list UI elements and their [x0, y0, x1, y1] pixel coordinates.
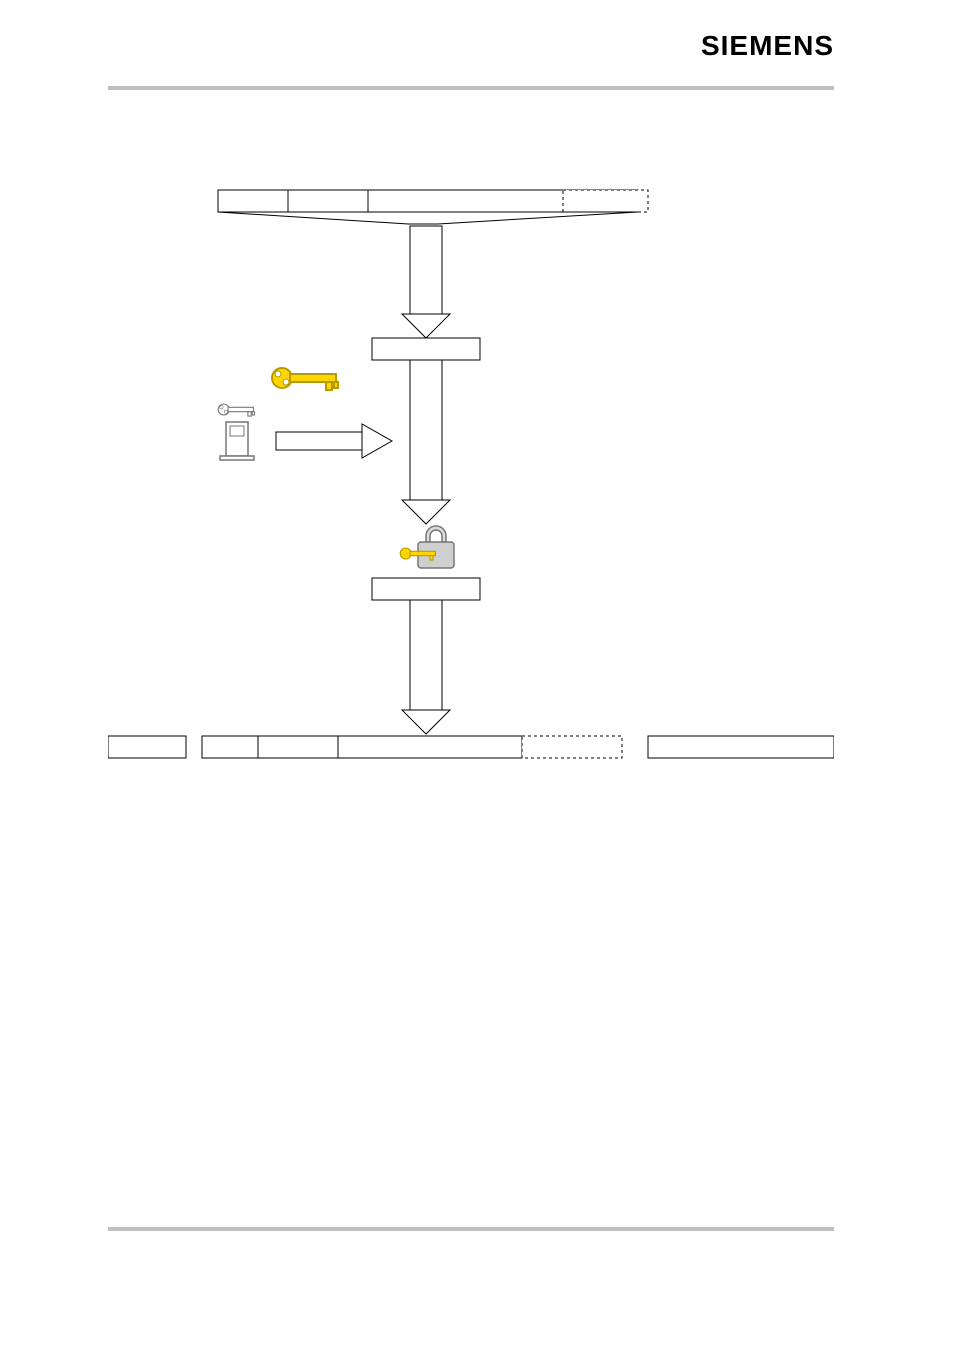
brand-logo: SIEMENS [701, 30, 834, 62]
arrow-2 [402, 360, 450, 524]
left-icon-group [218, 368, 392, 460]
brand-text: SIEMENS [701, 30, 834, 62]
lock-with-key-icon [400, 526, 454, 568]
key-icon [272, 368, 338, 390]
header-divider [108, 86, 834, 90]
lock-box [372, 578, 480, 600]
arrow-3 [402, 600, 450, 734]
bottom-middle-dashed [522, 736, 622, 758]
bottom-right-box [648, 736, 834, 758]
flow-diagram [108, 180, 834, 760]
arrow-horizontal [276, 424, 392, 458]
bottom-middle-block [202, 736, 522, 758]
footer-divider [108, 1227, 834, 1231]
top-segmented-block [218, 190, 648, 224]
terminal-icon [220, 422, 254, 460]
arrow-1 [402, 226, 450, 338]
bottom-row [108, 736, 834, 758]
key-icon [218, 404, 254, 416]
diagram-svg [108, 180, 834, 760]
middle-box-top [372, 338, 480, 360]
bottom-left-box [108, 736, 186, 758]
